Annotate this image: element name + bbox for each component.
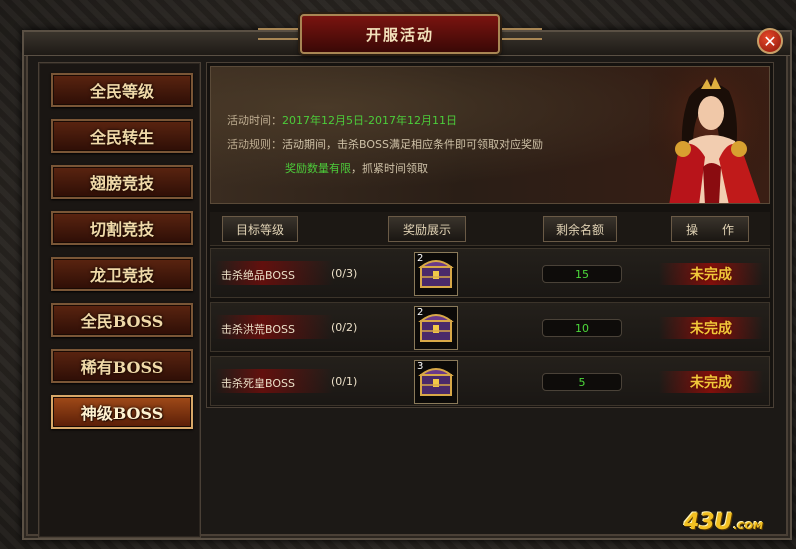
task-name: 击杀绝品BOSS xyxy=(221,269,295,282)
remaining-count: 15 xyxy=(542,265,622,283)
sidebar-item-dragon-guard[interactable]: 龙卫竞技 xyxy=(51,257,193,291)
sidebar-item-label: 翅膀竞技 xyxy=(89,174,154,193)
rule-label: 活动规则： xyxy=(227,138,282,151)
sidebar-item-label: 全民等级 xyxy=(89,82,154,101)
time-label: 活动时间： xyxy=(227,114,282,127)
chest-count: 2 xyxy=(417,307,424,318)
sidebar-item-all-boss[interactable]: 全民BOSS xyxy=(51,303,193,337)
table-row: 击杀绝品BOSS (0/3) 2 15 未完成 xyxy=(210,248,770,298)
sidebar-item-all-rebirth[interactable]: 全民转生 xyxy=(51,119,193,153)
header-operation[interactable]: 操 作 xyxy=(671,216,749,242)
reward-slot[interactable]: 2 xyxy=(414,306,458,350)
sidebar-item-label: 稀有BOSS xyxy=(80,358,164,377)
sidebar-item-label: 切割竞技 xyxy=(89,220,154,239)
task-name: 击杀死皇BOSS xyxy=(221,377,295,390)
time-value: 2017年12月5日-2017年12月11日 xyxy=(282,114,457,127)
remaining-count: 5 xyxy=(542,373,622,391)
reward-slot[interactable]: 2 xyxy=(414,252,458,296)
sidebar-item-label: 龙卫竞技 xyxy=(89,266,154,285)
sidebar-item-cut-compete[interactable]: 切割竞技 xyxy=(51,211,193,245)
window-title-plate: 开服活动 xyxy=(258,14,542,54)
task-name: 击杀洪荒BOSS xyxy=(221,323,295,336)
site-watermark-logo: 43U .COM xyxy=(684,510,764,535)
header-target-level[interactable]: 目标等级 xyxy=(222,216,298,242)
header-reward-display[interactable]: 奖励展示 xyxy=(388,216,466,242)
claim-status-button[interactable]: 未完成 xyxy=(659,372,763,392)
task-progress: (0/2) xyxy=(331,321,358,334)
reward-slot[interactable]: 3 xyxy=(414,360,458,404)
sidebar-item-god-boss[interactable]: 神级BOSS xyxy=(51,395,193,429)
sidebar-item-label: 全民转生 xyxy=(89,128,154,147)
close-icon: ✕ xyxy=(763,31,777,51)
note-rest: ，抓紧时间领取 xyxy=(351,162,428,175)
activity-banner: 活动时间：2017年12月5日-2017年12月11日 活动规则：活动期间，击杀… xyxy=(210,66,770,204)
window-title: 开服活动 xyxy=(365,25,434,44)
chest-count: 3 xyxy=(417,361,424,372)
claim-status-button[interactable]: 未完成 xyxy=(659,264,763,284)
close-button[interactable]: ✕ xyxy=(757,28,783,54)
sidebar-item-label: 全民BOSS xyxy=(80,312,164,331)
sidebar-item-wing-compete[interactable]: 翅膀竞技 xyxy=(51,165,193,199)
table-row: 击杀洪荒BOSS (0/2) 2 10 未完成 xyxy=(210,302,770,352)
header-remaining[interactable]: 剩余名额 xyxy=(543,216,617,242)
sidebar-item-all-level[interactable]: 全民等级 xyxy=(51,73,193,107)
character-portrait xyxy=(649,67,769,203)
note-highlight: 奖励数量有限 xyxy=(285,162,351,175)
sidebar-item-rare-boss[interactable]: 稀有BOSS xyxy=(51,349,193,383)
claim-status-button[interactable]: 未完成 xyxy=(659,318,763,338)
chest-count: 2 xyxy=(417,253,424,264)
rule-value: 活动期间，击杀BOSS满足相应条件即可领取对应奖励 xyxy=(282,138,543,151)
remaining-count: 10 xyxy=(542,319,622,337)
sidebar-item-label: 神级BOSS xyxy=(80,404,164,423)
task-progress: (0/1) xyxy=(331,375,358,388)
banner-text: 活动时间：2017年12月5日-2017年12月11日 活动规则：活动期间，击杀… xyxy=(227,109,543,181)
task-progress: (0/3) xyxy=(331,267,358,280)
table-row: 击杀死皇BOSS (0/1) 3 5 未完成 xyxy=(210,356,770,406)
sidebar: 全民等级 全民转生 翅膀竞技 切割竞技 龙卫竞技 全民BOSS 稀有BOSS 神… xyxy=(38,62,201,538)
